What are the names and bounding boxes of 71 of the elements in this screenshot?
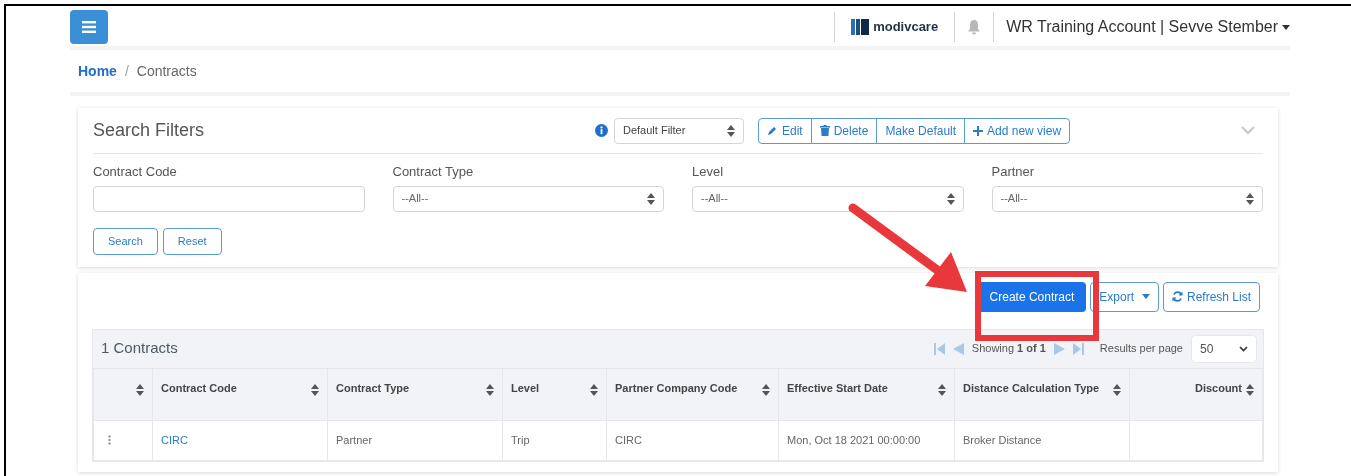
logo-icon bbox=[851, 19, 870, 35]
previous-page-icon[interactable] bbox=[952, 342, 964, 355]
sort-icon[interactable] bbox=[136, 383, 144, 396]
view-select[interactable]: Default Filter bbox=[614, 117, 744, 144]
column-header[interactable]: Level bbox=[502, 368, 607, 420]
table-cell: Trip bbox=[511, 433, 530, 446]
table-cell: Broker Distance bbox=[963, 433, 1042, 446]
edit-view-button[interactable]: Edit bbox=[759, 118, 811, 143]
filter-button[interactable]: Reset bbox=[162, 227, 222, 255]
table-cell: Partner bbox=[336, 433, 373, 446]
sort-icon bbox=[938, 383, 946, 396]
delete-view-button[interactable]: Delete bbox=[810, 118, 877, 143]
pager-status: Showing 1 of 1 bbox=[971, 341, 1046, 357]
per-page-select[interactable]: 50 bbox=[1191, 334, 1257, 363]
menu-icon bbox=[82, 21, 96, 33]
updown-icon[interactable] bbox=[727, 124, 735, 137]
trash-icon bbox=[819, 125, 830, 136]
logo-text: modivcare bbox=[873, 18, 939, 37]
first-page-icon[interactable] bbox=[933, 342, 945, 355]
input-field[interactable] bbox=[93, 185, 365, 212]
sort-icon bbox=[1246, 383, 1254, 396]
select-field[interactable]: --All-- bbox=[991, 185, 1263, 212]
bell-icon[interactable] bbox=[967, 19, 982, 35]
menu-button[interactable] bbox=[70, 10, 108, 44]
updown-icon bbox=[1246, 192, 1254, 205]
select-field[interactable]: --All-- bbox=[692, 185, 964, 212]
table-title: 1 Contracts bbox=[101, 338, 178, 359]
sort-icon bbox=[311, 383, 319, 396]
table-cell: Mon, Oct 18 2021 00:00:00 bbox=[787, 433, 921, 446]
account-menu[interactable]: WR Training Account | Sevve Stember bbox=[994, 15, 1290, 39]
column-header[interactable]: Contract Type bbox=[327, 368, 503, 420]
breadcrumb-separator: / bbox=[124, 61, 129, 81]
breadcrumb-link[interactable]: Home bbox=[78, 60, 117, 82]
column-header[interactable]: Effective Start Date bbox=[778, 368, 955, 420]
card-title: Search Filters bbox=[93, 119, 206, 142]
table-cell: CIRC bbox=[615, 433, 642, 446]
field-label: Contract Type bbox=[392, 163, 475, 181]
add-view-button[interactable]: Add new view bbox=[964, 118, 1070, 143]
pencil-icon bbox=[767, 125, 778, 136]
next-page-icon[interactable] bbox=[1053, 342, 1065, 355]
plus-icon bbox=[973, 125, 984, 136]
refresh-button[interactable]: Refresh List bbox=[1162, 281, 1260, 312]
column-header[interactable]: Discount bbox=[1129, 368, 1263, 420]
results-label: Results per page bbox=[1099, 341, 1183, 357]
field-label: Partner bbox=[991, 163, 1036, 181]
updown-icon bbox=[946, 192, 955, 205]
sort-icon bbox=[1113, 383, 1121, 396]
field-label: Level bbox=[692, 163, 725, 181]
caret-icon bbox=[1282, 24, 1290, 30]
updown-icon bbox=[647, 192, 655, 205]
sort-icon bbox=[590, 383, 598, 396]
breadcrumb-current: Contracts bbox=[136, 61, 197, 81]
caret-icon bbox=[1141, 294, 1150, 299]
contract-link[interactable]: CIRC bbox=[161, 433, 188, 446]
field-label: Contract Code bbox=[93, 163, 178, 181]
column-header[interactable]: Distance Calculation Type bbox=[954, 368, 1130, 420]
row-actions-icon[interactable] bbox=[108, 435, 111, 445]
export-button[interactable]: Export bbox=[1090, 281, 1159, 312]
filter-button[interactable]: Search bbox=[93, 227, 158, 255]
last-page-icon[interactable] bbox=[1072, 342, 1084, 355]
select-field[interactable]: --All-- bbox=[392, 185, 664, 212]
sort-icon bbox=[762, 383, 770, 396]
chevron-down-icon bbox=[1239, 345, 1248, 352]
select-value: Default Filter bbox=[623, 123, 686, 139]
info-icon[interactable] bbox=[595, 124, 608, 137]
chevron-down-icon[interactable] bbox=[1241, 126, 1255, 135]
sort-icon bbox=[486, 383, 494, 396]
column-header[interactable]: Contract Code bbox=[152, 368, 328, 420]
refresh-icon bbox=[1171, 291, 1183, 302]
column-header[interactable]: Partner Company Code bbox=[606, 368, 779, 420]
plain-view-button[interactable]: Make Default bbox=[876, 118, 965, 143]
